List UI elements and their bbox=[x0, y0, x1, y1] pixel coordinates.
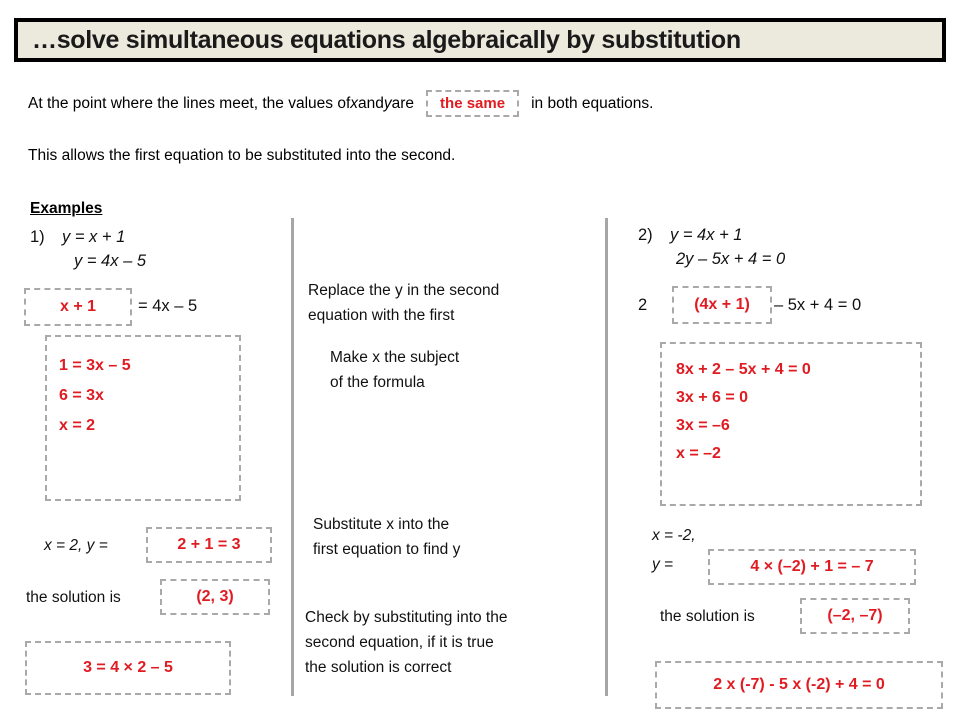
instruction-step-4-line-3: the solution is correct bbox=[305, 659, 452, 676]
example2-equation-2: 2y – 5x + 4 = 0 bbox=[676, 250, 786, 268]
example1-check-highlight: 3 = 4 × 2 – 5 bbox=[25, 641, 231, 695]
instruction-step-4: Check by substituting into the second eq… bbox=[305, 605, 507, 680]
instruction-step-1-line-2: equation with the first bbox=[308, 307, 455, 324]
example1-working-line: 1 = 3x – 5 bbox=[59, 357, 131, 374]
example2-working-line: 3x + 6 = 0 bbox=[676, 389, 749, 406]
intro-var-y: y bbox=[383, 95, 392, 112]
instruction-step-1: Replace the y in the second equation wit… bbox=[308, 278, 499, 328]
instruction-step-1-line-1: Replace the y in the second bbox=[308, 282, 500, 299]
example2-equation-1: y = 4x + 1 bbox=[670, 226, 743, 244]
example1-substitution-rest: = 4x – 5 bbox=[138, 297, 198, 315]
intro-line-2: This allows the first equation to be sub… bbox=[28, 147, 456, 164]
instruction-step-4-line-1: Check by substituting into the bbox=[305, 609, 508, 626]
instruction-step-3: Substitute x into the first equation to … bbox=[313, 512, 460, 562]
example2-find-x-label: x = -2, bbox=[652, 527, 696, 544]
page-title: …solve simultaneous equations algebraica… bbox=[32, 25, 741, 54]
header-banner: …solve simultaneous equations algebraica… bbox=[14, 18, 946, 62]
example1-find-y-highlight: 2 + 1 = 3 bbox=[146, 527, 272, 563]
example1-number: 1) bbox=[30, 228, 45, 246]
example2-working-line: 3x = –6 bbox=[676, 417, 730, 434]
example1-solution-label: the solution is bbox=[26, 589, 121, 606]
example2-working-line: 8x + 2 – 5x + 4 = 0 bbox=[676, 361, 811, 378]
example1-equation-1: y = x + 1 bbox=[62, 228, 126, 246]
column-divider-left bbox=[291, 218, 294, 696]
example2-solution-highlight: (–2, –7) bbox=[800, 598, 910, 634]
examples-heading: Examples bbox=[30, 200, 103, 217]
example2-substitution-rest: – 5x + 4 = 0 bbox=[774, 296, 862, 314]
intro-text-before: At the point where the lines meet, the v… bbox=[28, 95, 351, 112]
instruction-step-2: Make x the subject of the formula bbox=[330, 345, 459, 395]
intro-var-x: x bbox=[350, 95, 358, 112]
example1-find-y-label: x = 2, y = bbox=[44, 537, 108, 554]
column-divider-right bbox=[605, 218, 608, 696]
example1-working-box: 1 = 3x – 5 6 = 3x x = 2 bbox=[45, 335, 241, 501]
instruction-step-3-line-2: first equation to find y bbox=[313, 541, 461, 558]
example1-substitution-highlight: x + 1 bbox=[24, 288, 132, 326]
instruction-step-4-line-2: second equation, if it is true bbox=[305, 634, 494, 651]
intro-line-1: At the point where the lines meet, the v… bbox=[28, 90, 653, 117]
intro-text-are: are bbox=[391, 95, 415, 112]
example1-solution-highlight: (2, 3) bbox=[160, 579, 270, 615]
example2-substitution-prefix: 2 bbox=[638, 296, 648, 314]
intro-text-and: and bbox=[358, 95, 384, 112]
example2-check-highlight: 2 x (-7) - 5 x (-2) + 4 = 0 bbox=[655, 661, 943, 709]
instruction-step-3-line-1: Substitute x into the bbox=[313, 516, 450, 533]
example1-working-line: x = 2 bbox=[59, 417, 96, 434]
example1-equation-2: y = 4x – 5 bbox=[74, 252, 147, 270]
example2-substitution-highlight: (4x + 1) bbox=[672, 286, 772, 324]
instruction-step-2-line-2: of the formula bbox=[330, 374, 425, 391]
intro-text-after: in both equations. bbox=[531, 95, 654, 112]
example2-working-box: 8x + 2 – 5x + 4 = 0 3x + 6 = 0 3x = –6 x… bbox=[660, 342, 922, 506]
example2-find-y-label: y = bbox=[652, 556, 674, 573]
example1-working-line: 6 = 3x bbox=[59, 387, 104, 404]
instruction-step-2-line-1: Make x the subject bbox=[330, 349, 460, 366]
highlight-the-same: the same bbox=[426, 90, 520, 117]
example2-solution-label: the solution is bbox=[660, 608, 755, 625]
example2-number: 2) bbox=[638, 226, 653, 244]
example2-find-y-highlight: 4 × (–2) + 1 = – 7 bbox=[708, 549, 916, 585]
example2-working-line: x = –2 bbox=[676, 445, 721, 462]
